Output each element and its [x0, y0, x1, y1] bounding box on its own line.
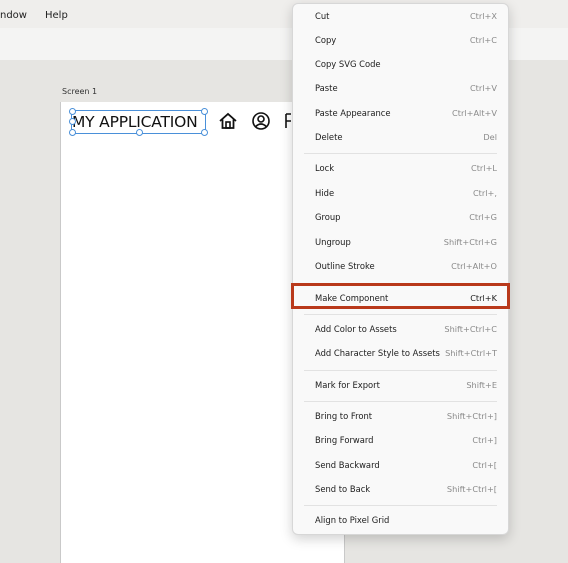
- menu-item-shortcut: Ctrl+C: [469, 35, 497, 45]
- menu-item-label: Copy: [315, 35, 337, 45]
- menu-item-label: Hide: [315, 188, 335, 198]
- menu-item-shortcut: Ctrl+G: [469, 212, 497, 222]
- menu-item-align-to-pixel-grid[interactable]: Align to Pixel Grid: [293, 509, 508, 531]
- menu-item-shortcut: Ctrl+Alt+O: [451, 261, 497, 271]
- selection-handle[interactable]: [201, 129, 208, 136]
- menu-item-label: Send to Back: [315, 484, 371, 494]
- menu-item-label: Lock: [315, 163, 335, 173]
- menu-item-label: Send Backward: [315, 460, 380, 470]
- menu-item-shortcut: Shift+Ctrl+[: [446, 484, 497, 494]
- selection-handle[interactable]: [136, 129, 143, 136]
- menu-item-label: Bring to Front: [315, 411, 373, 421]
- selection-handle[interactable]: [201, 108, 208, 115]
- menu-item-send-to-back[interactable]: Send to Back Shift+Ctrl+[: [293, 478, 508, 500]
- menu-item-label: Mark for Export: [315, 380, 380, 390]
- menu-item-copy[interactable]: Copy Ctrl+C: [293, 29, 508, 51]
- menu-separator: [304, 505, 497, 506]
- menu-item-bring-to-front[interactable]: Bring to Front Shift+Ctrl+]: [293, 405, 508, 427]
- menu-item-make-component[interactable]: Make Component Ctrl+K: [293, 287, 508, 309]
- menu-item-group[interactable]: Group Ctrl+G: [293, 206, 508, 228]
- menu-item-shortcut: Shift+Ctrl+T: [445, 348, 497, 358]
- menu-item-mark-for-export[interactable]: Mark for Export Shift+E: [293, 374, 508, 396]
- menu-item-shortcut: Shift+Ctrl+]: [446, 411, 497, 421]
- menu-item-hide[interactable]: Hide Ctrl+,: [293, 182, 508, 204]
- menu-item-label: Add Character Style to Assets: [315, 348, 440, 358]
- menu-item-label: Ungroup: [315, 237, 351, 247]
- header-group[interactable]: MY APPLICATION: [69, 108, 310, 136]
- menu-item-add-color-to-assets[interactable]: Add Color to Assets Shift+Ctrl+C: [293, 318, 508, 340]
- selection-handle[interactable]: [69, 129, 76, 136]
- menu-item-label: Bring Forward: [315, 435, 374, 445]
- menu-item-add-character-style-to-assets[interactable]: Add Character Style to Assets Shift+Ctrl+…: [293, 342, 508, 364]
- menu-item-label: Align to Pixel Grid: [315, 515, 390, 525]
- menu-item-shortcut: Ctrl+L: [471, 163, 497, 173]
- menu-item-label: Paste Appearance: [315, 108, 391, 118]
- menu-separator: [304, 153, 497, 154]
- menu-item-shortcut: Ctrl+K: [470, 293, 497, 303]
- menu-window[interactable]: ndow: [0, 10, 27, 21]
- menu-separator: [304, 283, 497, 284]
- menu-item-shortcut: Ctrl+Alt+V: [452, 108, 497, 118]
- menu-item-shortcut: Shift+E: [466, 380, 497, 390]
- menu-item-label: Delete: [315, 132, 343, 142]
- menu-item-ungroup[interactable]: Ungroup Shift+Ctrl+G: [293, 231, 508, 253]
- menu-item-shortcut: Ctrl+V: [469, 83, 497, 93]
- menu-item-paste-appearance[interactable]: Paste Appearance Ctrl+Alt+V: [293, 102, 508, 124]
- context-menu: Cut Ctrl+X Copy Ctrl+C Copy SVG Code Paste…: [292, 3, 509, 535]
- menu-item-delete[interactable]: Delete Del: [293, 126, 508, 148]
- menu-item-cut[interactable]: Cut Ctrl+X: [293, 5, 508, 27]
- menu-item-lock[interactable]: Lock Ctrl+L: [293, 157, 508, 179]
- menu-item-shortcut: Ctrl+[: [472, 460, 497, 470]
- menu-item-label: Copy SVG Code: [315, 59, 381, 69]
- menu-item-label: Paste: [315, 83, 338, 93]
- menu-item-paste[interactable]: Paste Ctrl+V: [293, 77, 508, 99]
- menu-item-label: Group: [315, 212, 341, 222]
- menu-item-shortcut: Ctrl+,: [472, 188, 497, 198]
- menu-item-bring-forward[interactable]: Bring Forward Ctrl+]: [293, 429, 508, 451]
- menu-separator: [304, 314, 497, 315]
- menu-item-shortcut: Ctrl+]: [472, 435, 497, 445]
- artboard-label[interactable]: Screen 1: [62, 87, 97, 96]
- menu-separator: [304, 370, 497, 371]
- menu-item-label: Make Component: [315, 293, 389, 303]
- menu-item-outline-stroke[interactable]: Outline Stroke Ctrl+Alt+O: [293, 255, 508, 277]
- menu-item-send-backward[interactable]: Send Backward Ctrl+[: [293, 454, 508, 476]
- menu-help[interactable]: Help: [45, 10, 68, 21]
- menu-item-shortcut: Del: [483, 132, 497, 142]
- menu-item-shortcut: Ctrl+X: [469, 11, 497, 21]
- menu-item-shortcut: Shift+Ctrl+G: [443, 237, 497, 247]
- selection-handle[interactable]: [69, 118, 76, 125]
- user-circle-icon[interactable]: [251, 111, 271, 131]
- menu-item-label: Outline Stroke: [315, 261, 375, 271]
- home-icon[interactable]: [218, 111, 238, 131]
- selection-handle[interactable]: [69, 108, 76, 115]
- menu-separator: [304, 401, 497, 402]
- menu-item-shortcut: Shift+Ctrl+C: [444, 324, 497, 334]
- menu-item-label: Add Color to Assets: [315, 324, 397, 334]
- menu-item-copy-svg-code[interactable]: Copy SVG Code: [293, 53, 508, 75]
- menu-item-label: Cut: [315, 11, 330, 21]
